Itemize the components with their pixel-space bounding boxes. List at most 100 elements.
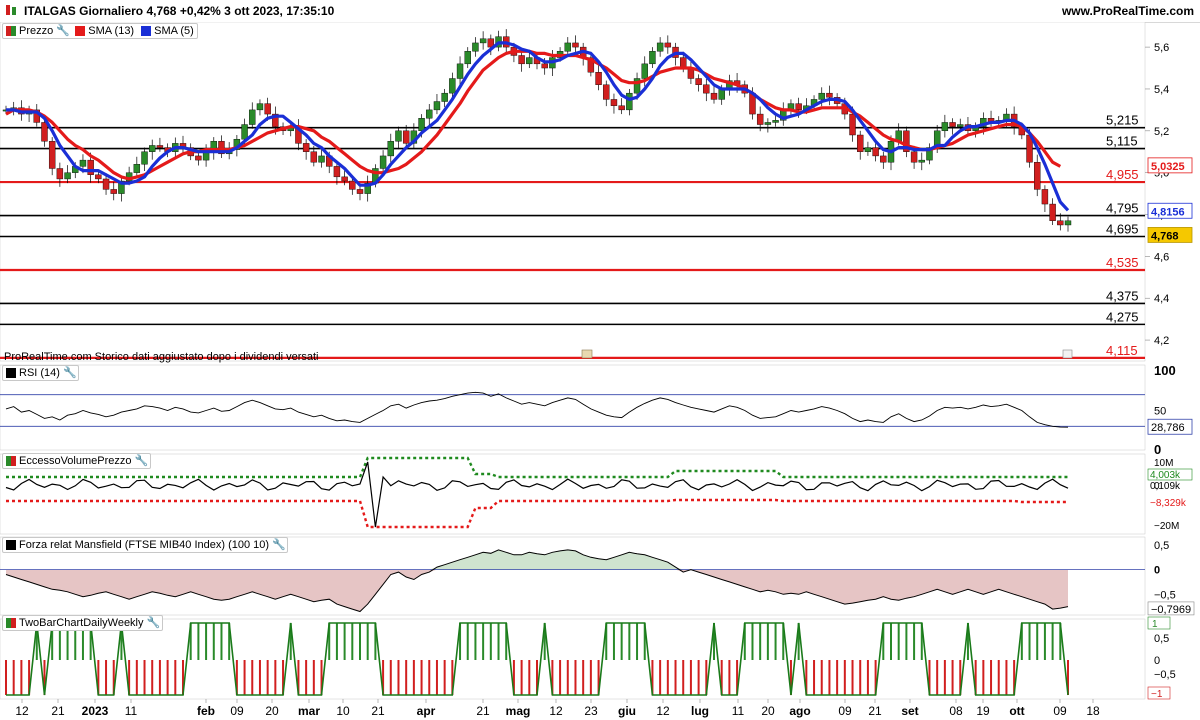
legend-price[interactable]: Prezzo 🔧 SMA (13) SMA (5)	[2, 23, 198, 39]
x-tick-label: 20	[761, 704, 775, 718]
evp-tick-label: 10M	[1154, 458, 1173, 469]
twobar-tick-label: −0,5	[1154, 669, 1176, 681]
candle-body	[249, 109, 256, 125]
x-tick-label: 18	[1086, 704, 1100, 718]
candle-body	[479, 38, 487, 44]
wrench-icon[interactable]: 🔧	[56, 25, 70, 37]
price-panel	[0, 22, 1146, 362]
candle-body	[541, 63, 548, 69]
candle-body	[764, 122, 772, 125]
wrench-icon[interactable]: 🔧	[272, 539, 286, 551]
legend-rsi[interactable]: RSI (14) 🔧	[2, 365, 79, 381]
candle-body	[610, 99, 618, 106]
candle-body	[141, 151, 148, 165]
candle-body	[1034, 162, 1041, 190]
mansfield-tick-label: 0	[1154, 565, 1160, 577]
candle-body	[957, 124, 964, 127]
wrench-icon[interactable]: 🔧	[147, 617, 161, 629]
candle-body	[641, 63, 648, 79]
candle-body	[1041, 189, 1049, 205]
candle-body	[941, 122, 949, 132]
candle-icon	[6, 26, 16, 36]
candle-body	[387, 141, 394, 157]
legend-evp-label: EccessoVolumePrezzo	[19, 455, 132, 467]
candle-body	[664, 42, 672, 48]
resistance-level-label: 4,955	[1106, 167, 1139, 182]
site-url[interactable]: www.ProRealTime.com	[1062, 4, 1194, 18]
x-tick-label: 09	[1053, 704, 1067, 718]
x-tick-label: set	[901, 704, 918, 718]
candle-body	[64, 172, 71, 180]
evp-lower-label: −8,329k	[1150, 498, 1187, 509]
x-tick-label: 21	[868, 704, 882, 718]
candle-body	[849, 113, 856, 136]
candle-body	[872, 147, 879, 157]
candle-body	[472, 42, 479, 52]
candle-body	[703, 84, 710, 94]
header-bar: ITALGAS Giornaliero 4,768 +0,42% 3 ott 2…	[0, 0, 1200, 23]
mansfield-tick-label: 0,5	[1154, 540, 1169, 552]
sma5-swatch-icon	[141, 26, 152, 36]
note-marker-icon[interactable]	[581, 349, 593, 359]
legend-evp[interactable]: EccessoVolumePrezzo 🔧	[2, 453, 151, 469]
legend-price-label: Prezzo	[19, 25, 54, 37]
x-tick-label: 08	[949, 704, 963, 718]
candle-body	[133, 164, 141, 173]
mansfield-last-label: −0,7969	[1151, 604, 1191, 616]
chart-title: ITALGAS Giornaliero 4,768 +0,42% 3 ott 2…	[24, 4, 335, 18]
x-tick-label: 12	[549, 704, 563, 718]
rsi-tick-label: 100	[1154, 363, 1176, 378]
candle-body	[572, 42, 579, 48]
wrench-icon[interactable]: 🔧	[135, 455, 149, 467]
candle-body	[656, 42, 664, 52]
candle-body	[264, 103, 271, 115]
x-tick-label: 10	[336, 704, 350, 718]
x-tick-label: 12	[656, 704, 670, 718]
wrench-icon[interactable]: 🔧	[63, 367, 77, 379]
candle-body	[1064, 220, 1072, 226]
mansfield-swatch-icon	[6, 540, 16, 550]
candle-body	[818, 92, 825, 100]
candle-body	[910, 151, 918, 163]
x-tick-label: mar	[298, 704, 320, 718]
x-tick-label: 21	[51, 704, 65, 718]
candle-body	[603, 84, 610, 100]
chart-canvas[interactable]: 5,65,45,25,04,84,64,44,2 5,2155,1154,795…	[0, 22, 1200, 720]
candle-body	[880, 155, 887, 163]
support-level-label: 5,215	[1106, 113, 1139, 128]
support-level-label: 4,695	[1106, 221, 1139, 236]
x-tick-label: 19	[976, 704, 990, 718]
candle-body	[402, 130, 410, 144]
twobar-tick-label: 0	[1154, 655, 1160, 667]
candle-body	[56, 168, 64, 180]
rsi-tick-label: 0	[1154, 442, 1161, 457]
price-tick-label: 5,6	[1154, 42, 1169, 54]
x-tick-label: 11	[125, 704, 138, 718]
x-tick-label: 09	[230, 704, 244, 718]
candle-body	[149, 145, 156, 152]
sma13-swatch-icon	[75, 26, 86, 36]
legend-twobar-label: TwoBarChartDailyWeekly	[19, 617, 144, 629]
legend-mansfield[interactable]: Forza relat Mansfield (FTSE MIB40 Index)…	[2, 537, 289, 553]
x-tick-label: lug	[691, 704, 709, 718]
last-price-tag: 4,768	[1151, 230, 1179, 242]
candle-body	[102, 178, 110, 190]
collapse-icon[interactable]	[1062, 349, 1073, 359]
candle-body	[87, 159, 94, 175]
price-tick-label: 5,2	[1154, 126, 1169, 138]
sma13-value-tag: 5,0325	[1151, 161, 1185, 173]
evp-mid-label: 0,109k	[1150, 481, 1181, 492]
candle-body	[795, 103, 802, 111]
candle-body	[1049, 203, 1056, 221]
candle-body	[433, 101, 441, 111]
candle-body	[379, 155, 387, 169]
legend-twobar[interactable]: TwoBarChartDailyWeekly 🔧	[2, 615, 163, 631]
x-tick-label: ott	[1009, 704, 1024, 718]
candle-body	[418, 118, 425, 132]
twobar-top-label: 1	[1152, 619, 1158, 630]
price-tick-label: 4,2	[1154, 335, 1169, 347]
resistance-level-label: 4,535	[1106, 255, 1139, 270]
candle-body	[256, 103, 264, 111]
candle-body	[456, 63, 464, 79]
candle-body	[441, 92, 448, 102]
